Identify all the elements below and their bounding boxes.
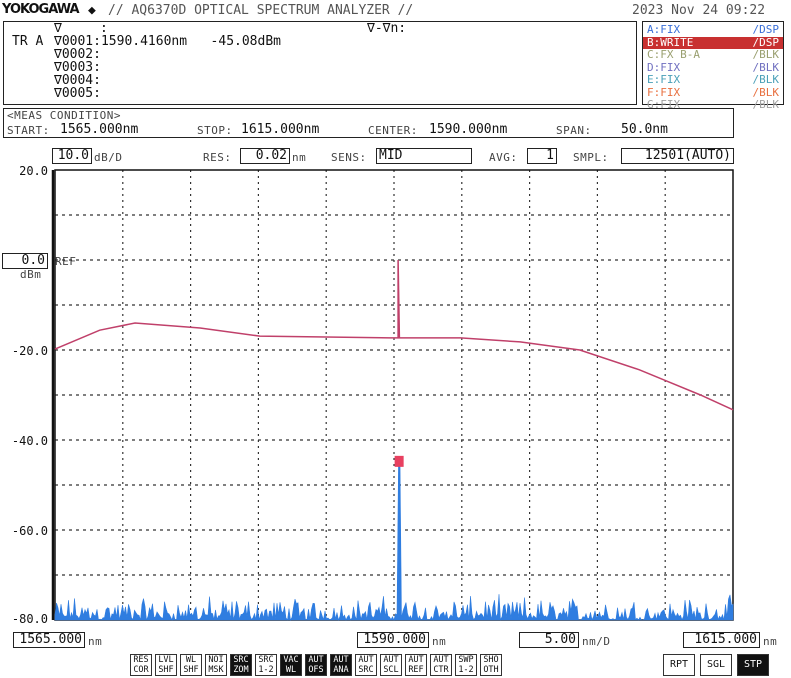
softkey-aut-ctr[interactable]: AUT CTR [430,654,452,676]
softkey-line2: SHF [158,665,174,675]
softkey-noi-msk[interactable]: NOI MSK [205,654,227,676]
softkey-line1: SHO [483,655,499,665]
softkey-line1: AUT [408,655,424,665]
softkey-line2: SHF [183,665,199,675]
center-wl-unit: nm [432,635,447,648]
softkey-wl-shf[interactable]: WL SHF [180,654,202,676]
marker-1-icon [394,455,404,467]
softkey-aut-ref[interactable]: AUT REF [405,654,427,676]
stop-wl-input[interactable]: 1615.000 [683,632,760,648]
softkey-line1: RES [133,655,149,665]
softkey-line1: NOI [208,655,224,665]
spectrum-plot [51,169,734,622]
softkey-line2: OFS [308,665,324,675]
softkey-line1: WL [185,655,197,665]
softkey-line1: VAC [283,655,299,665]
softkey-line1: AUT [333,655,349,665]
softkey-line2: OTH [483,665,499,675]
softkey-line2: 1-2 [258,665,274,675]
softkey-line1: AUT [358,655,374,665]
softkey-src-1-2[interactable]: SRC 1-2 [255,654,277,676]
softkey-line2: MSK [208,665,224,675]
softkey-aut-scl[interactable]: AUT SCL [380,654,402,676]
softkey-swp-1-2[interactable]: SWP 1-2 [455,654,477,676]
start-wl-unit: nm [88,635,103,648]
softkey-line1: AUT [383,655,399,665]
stop-wl-unit: nm [763,635,778,648]
stp-button[interactable]: STP [737,654,769,676]
softkey-line2: WL [285,665,297,675]
center-wl-input[interactable]: 1590.000 [357,632,429,648]
softkey-line2: 1-2 [458,665,474,675]
span-div-unit: nm/D [582,635,611,648]
softkey-line2: SCL [383,665,399,675]
softkey-line2: ZOM [233,665,249,675]
softkey-aut-src[interactable]: AUT SRC [355,654,377,676]
span-div-input[interactable]: 5.00 [519,632,579,648]
softkey-line1: LVL [158,655,174,665]
softkey-aut-ofs[interactable]: AUT OFS [305,654,327,676]
softkey-line2: SRC [358,665,374,675]
softkey-lvl-shf[interactable]: LVL SHF [155,654,177,676]
softkey-src-zom[interactable]: SRC ZOM [230,654,252,676]
softkey-line1: SWP [458,655,474,665]
softkey-line2: REF [408,665,424,675]
softkey-line2: CTR [433,665,449,675]
softkey-line1: SRC [233,655,249,665]
softkey-line1: SRC [258,655,274,665]
softkey-sho-oth[interactable]: SHO OTH [480,654,502,676]
sgl-button[interactable]: SGL [700,654,732,676]
rpt-button[interactable]: RPT [663,654,695,676]
softkey-vac-wl[interactable]: VAC WL [280,654,302,676]
start-wl-input[interactable]: 1565.000 [13,632,85,648]
softkey-line1: AUT [433,655,449,665]
softkey-line2: COR [133,665,149,675]
softkey-res-cor[interactable]: RES COR [130,654,152,676]
softkey-line1: AUT [308,655,324,665]
softkey-line2: ANA [333,665,349,675]
softkey-aut-ana[interactable]: AUT ANA [330,654,352,676]
